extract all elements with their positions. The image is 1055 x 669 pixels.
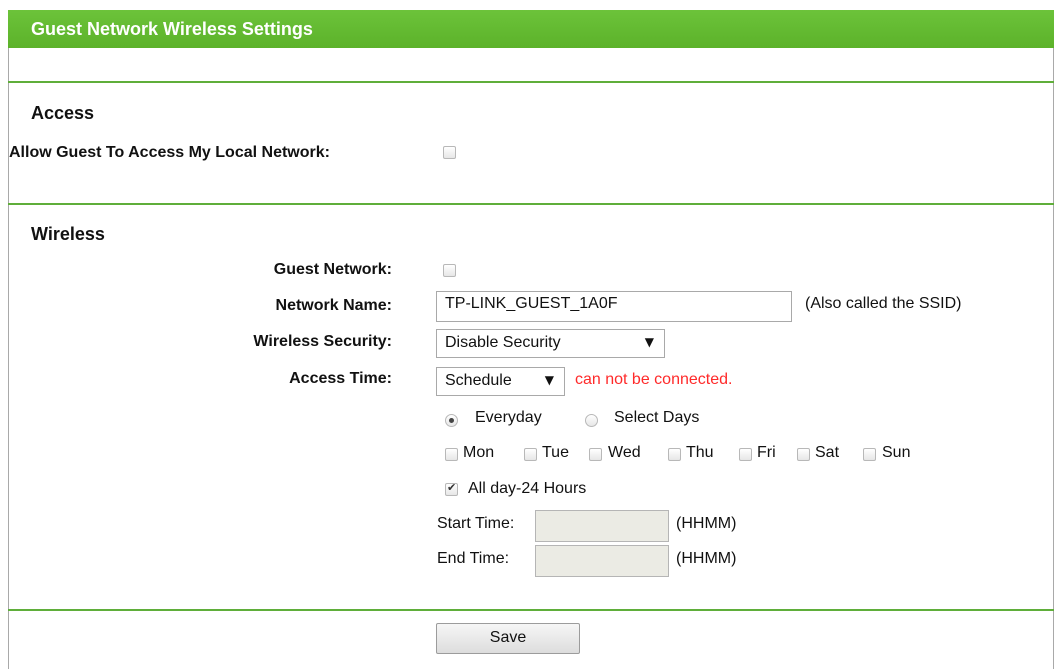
access-section-title: Access xyxy=(31,103,95,123)
access-time-label: Access Time: xyxy=(289,370,392,387)
select-days-label: Select Days xyxy=(614,409,700,426)
allow-guest-local-checkbox[interactable] xyxy=(443,146,456,159)
day-checkbox-thu[interactable] xyxy=(668,448,681,461)
page-title: Guest Network Wireless Settings xyxy=(31,19,313,39)
day-label-sun: Sun xyxy=(882,444,911,461)
end-time-label: End Time: xyxy=(437,550,510,567)
ssid-note: (Also called the SSID) xyxy=(805,295,962,312)
day-checkbox-mon[interactable] xyxy=(445,448,458,461)
divider xyxy=(8,203,1054,205)
save-button[interactable]: Save xyxy=(436,623,580,654)
all-day-checkbox[interactable] xyxy=(445,481,458,496)
day-label-mon: Mon xyxy=(463,444,495,461)
day-label-wed: Wed xyxy=(608,444,641,461)
wireless-security-value: Disable Security xyxy=(445,334,561,351)
day-label-sat: Sat xyxy=(815,444,840,461)
guest-network-label: Guest Network: xyxy=(273,261,392,278)
divider xyxy=(8,609,1054,611)
all-day-label: All day-24 Hours xyxy=(468,480,587,497)
everyday-label: Everyday xyxy=(475,409,542,426)
network-name-label: Network Name: xyxy=(275,297,392,314)
network-name-input[interactable]: TP-LINK_GUEST_1A0F xyxy=(436,291,792,322)
day-checkbox-sat[interactable] xyxy=(797,448,810,461)
day-checkbox-fri[interactable] xyxy=(739,448,752,461)
chevron-down-icon: ▼ xyxy=(644,335,654,349)
chevron-down-icon: ▼ xyxy=(544,373,554,387)
start-time-label: Start Time: xyxy=(437,515,515,532)
start-time-format: (HHMM) xyxy=(676,515,737,532)
day-checkbox-sun[interactable] xyxy=(863,448,876,461)
wireless-security-select[interactable]: Disable Security ▼ xyxy=(436,329,665,358)
day-checkbox-tue[interactable] xyxy=(524,448,537,461)
day-label-fri: Fri xyxy=(757,444,776,461)
end-time-input[interactable] xyxy=(535,545,669,577)
select-days-radio[interactable] xyxy=(585,414,598,427)
guest-network-checkbox[interactable] xyxy=(443,264,456,277)
everyday-radio[interactable] xyxy=(445,414,458,427)
end-time-format: (HHMM) xyxy=(676,550,737,567)
access-time-value: Schedule xyxy=(445,372,512,389)
start-time-input[interactable] xyxy=(535,510,669,542)
access-time-warning: can not be connected. xyxy=(575,371,733,388)
wireless-section-title: Wireless xyxy=(31,224,105,244)
day-label-tue: Tue xyxy=(542,444,569,461)
title-bar: Guest Network Wireless Settings xyxy=(8,10,1054,48)
divider xyxy=(8,81,1054,83)
access-time-select[interactable]: Schedule ▼ xyxy=(436,367,565,396)
day-checkbox-wed[interactable] xyxy=(589,448,602,461)
wireless-security-label: Wireless Security: xyxy=(253,333,392,350)
day-label-thu: Thu xyxy=(686,444,714,461)
allow-guest-local-label: Allow Guest To Access My Local Network: xyxy=(9,144,330,161)
